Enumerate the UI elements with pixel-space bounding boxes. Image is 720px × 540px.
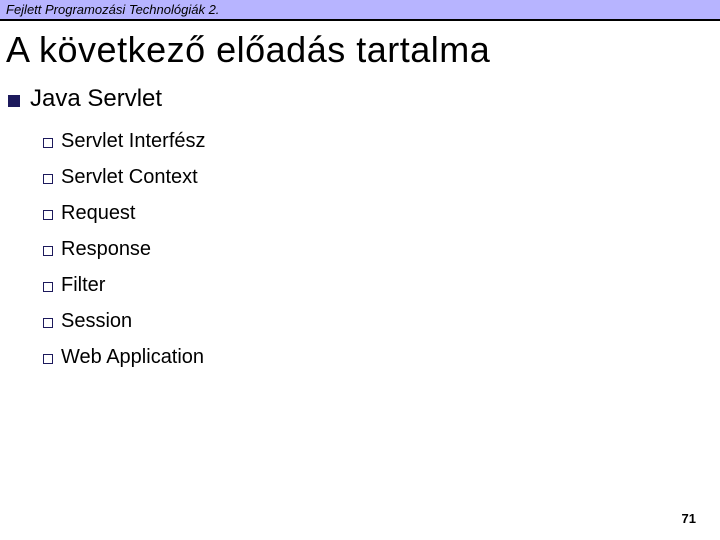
sub-list: Servlet Interfész Servlet Context Reques… (8, 127, 720, 371)
square-hollow-icon (43, 282, 53, 292)
topic-label: Java Servlet (30, 85, 162, 113)
item-label: Servlet Interfész (61, 127, 206, 155)
list-item: Servlet Interfész (43, 127, 720, 155)
list-item: Servlet Context (43, 163, 720, 191)
item-label: Session (61, 307, 132, 335)
slide-title: A következő előadás tartalma (0, 21, 720, 85)
page-number: 71 (682, 511, 696, 526)
square-hollow-icon (43, 354, 53, 364)
item-label: Request (61, 199, 136, 227)
item-label: Filter (61, 271, 105, 299)
list-item: Request (43, 199, 720, 227)
topic-item: Java Servlet (8, 85, 720, 113)
square-hollow-icon (43, 138, 53, 148)
course-title: Fejlett Programozási Technológiák 2. (6, 2, 219, 17)
square-hollow-icon (43, 318, 53, 328)
square-hollow-icon (43, 246, 53, 256)
list-item: Filter (43, 271, 720, 299)
course-header: Fejlett Programozási Technológiák 2. (0, 0, 720, 21)
slide-content: Java Servlet Servlet Interfész Servlet C… (0, 85, 720, 371)
square-hollow-icon (43, 210, 53, 220)
item-label: Servlet Context (61, 163, 198, 191)
list-item: Session (43, 307, 720, 335)
list-item: Web Application (43, 343, 720, 371)
item-label: Response (61, 235, 151, 263)
square-filled-icon (8, 95, 20, 107)
square-hollow-icon (43, 174, 53, 184)
item-label: Web Application (61, 343, 204, 371)
list-item: Response (43, 235, 720, 263)
